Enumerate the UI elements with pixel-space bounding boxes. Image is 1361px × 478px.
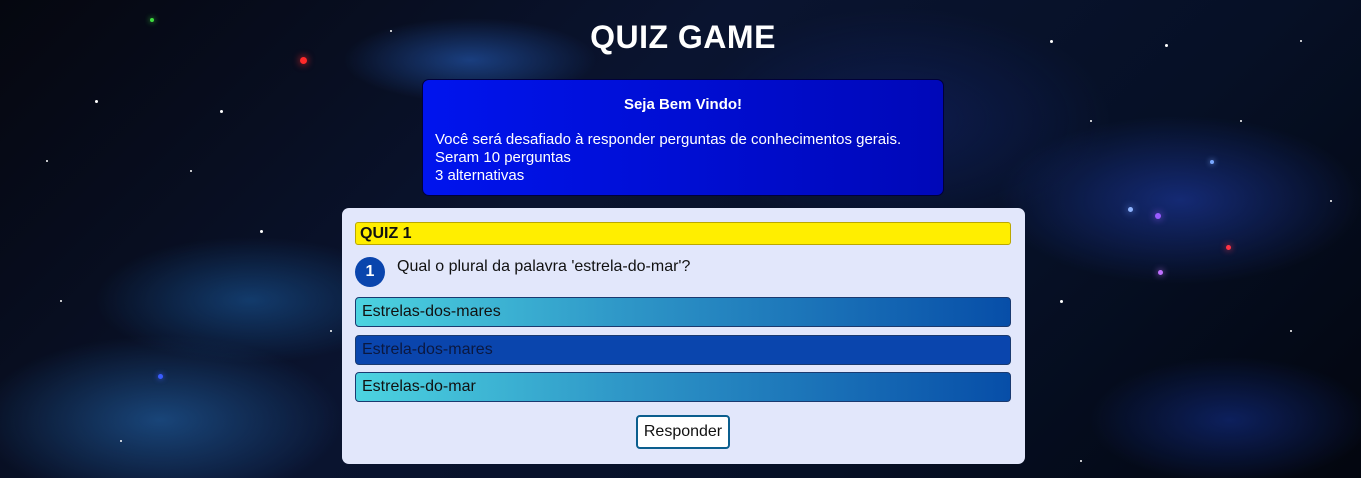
- star: [1330, 200, 1332, 202]
- star: [190, 170, 192, 172]
- submit-answer-button[interactable]: Responder: [636, 415, 730, 449]
- star: [260, 230, 263, 233]
- question-number-badge: 1: [355, 257, 385, 287]
- star: [300, 57, 307, 64]
- answer-option-3[interactable]: Estrelas-do-mar: [355, 372, 1011, 402]
- star: [1155, 213, 1161, 219]
- star: [330, 330, 332, 332]
- star: [95, 100, 98, 103]
- star: [60, 300, 62, 302]
- star: [1080, 460, 1082, 462]
- page-title: QUIZ GAME: [590, 19, 776, 55]
- star: [1290, 330, 1292, 332]
- quiz-header: QUIZ 1: [355, 222, 1011, 245]
- star: [1210, 160, 1214, 164]
- star: [1128, 207, 1133, 212]
- welcome-panel: Seja Bem Vindo! Você será desafiado à re…: [422, 79, 944, 196]
- star: [1060, 300, 1063, 303]
- star: [120, 440, 122, 442]
- welcome-description: Você será desafiado à responder pergunta…: [435, 131, 902, 148]
- welcome-title: Seja Bem Vindo!: [623, 96, 743, 113]
- welcome-question-count: Seram 10 perguntas: [435, 149, 571, 166]
- star: [1226, 245, 1231, 250]
- star: [1158, 270, 1163, 275]
- star: [158, 374, 163, 379]
- star: [46, 160, 48, 162]
- star: [1240, 120, 1242, 122]
- answer-option-2[interactable]: Estrela-dos-mares: [355, 335, 1011, 365]
- quiz-card: QUIZ 1 1 Qual o plural da palavra 'estre…: [342, 208, 1025, 464]
- welcome-alternatives-count: 3 alternativas: [435, 167, 525, 184]
- star: [1090, 120, 1092, 122]
- star: [220, 110, 223, 113]
- question-text: Qual o plural da palavra 'estrela-do-mar…: [397, 258, 691, 275]
- answer-option-1[interactable]: Estrelas-dos-mares: [355, 297, 1011, 327]
